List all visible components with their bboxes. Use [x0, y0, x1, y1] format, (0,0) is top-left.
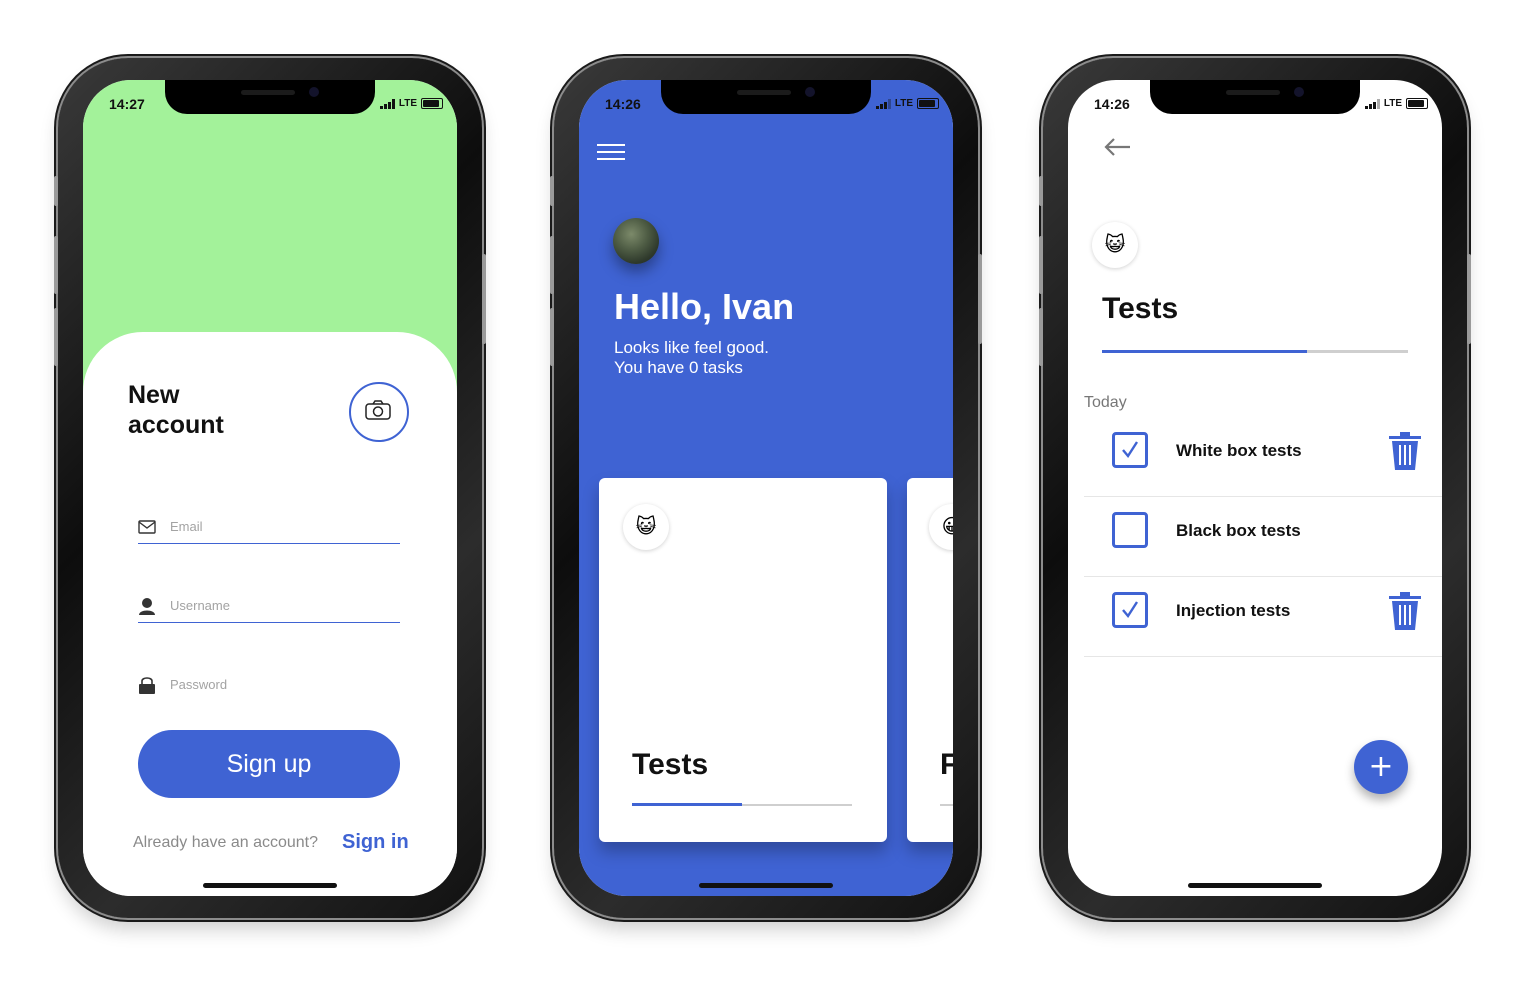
password-input[interactable]	[168, 676, 400, 693]
user-icon	[139, 598, 155, 615]
checkmark-icon	[1122, 441, 1139, 459]
screen: 14:27 LTE New account Email Username Sig…	[83, 80, 457, 896]
avatar[interactable]	[613, 218, 659, 264]
task-label: Black box tests	[1176, 521, 1301, 540]
back-arrow-icon[interactable]	[1102, 136, 1132, 158]
email-input[interactable]	[168, 518, 400, 535]
card-progress	[940, 804, 953, 806]
status-bar: 14:26 LTE	[1068, 96, 1442, 116]
camera-icon	[365, 400, 391, 420]
add-task-button[interactable]: +	[1354, 740, 1408, 794]
menu-icon[interactable]	[597, 144, 625, 162]
battery-icon	[421, 98, 443, 109]
password-field[interactable]	[138, 674, 400, 698]
battery-icon	[917, 98, 939, 109]
sign-in-link[interactable]: Sign in	[342, 831, 409, 854]
already-account-text: Already have an account?	[133, 834, 319, 851]
home-indicator	[1188, 883, 1322, 888]
page-title: New account	[128, 381, 224, 439]
username-input[interactable]	[168, 597, 400, 614]
task-label: White box tests	[1176, 441, 1302, 460]
card-title: F	[940, 748, 953, 781]
lock-icon	[139, 677, 155, 694]
cat-emoji-icon: 😺	[1092, 222, 1138, 268]
battery-icon	[1406, 98, 1428, 109]
progress-bar	[1102, 350, 1408, 353]
avatar-upload-button[interactable]	[349, 382, 409, 442]
phone-task-list: 14:26 LTE 😺 Tests Today White box tests B…	[1039, 58, 1471, 918]
screen: 14:26 LTE 😺 Tests Today White box tests B…	[1068, 80, 1442, 896]
status-time: 14:27	[109, 96, 145, 112]
phone-home: 14:26 LTE Hello, Ivan Looks like feel go…	[550, 58, 982, 918]
checkmark-icon	[1122, 601, 1139, 619]
network-label: LTE	[894, 98, 913, 109]
task-row[interactable]: White box tests	[1084, 416, 1442, 497]
signal-icon	[875, 98, 891, 109]
category-card-tests[interactable]: 😺 Tests	[599, 478, 887, 842]
task-row[interactable]: Black box tests	[1084, 496, 1442, 577]
signal-icon	[379, 98, 395, 109]
category-card-next[interactable]: 😀 F	[907, 478, 953, 842]
trash-icon[interactable]	[1388, 432, 1422, 470]
page-title: Tests	[1102, 292, 1179, 325]
home-indicator	[203, 883, 337, 888]
phone-sign-up: 14:27 LTE New account Email Username Sig…	[54, 58, 486, 918]
task-row[interactable]: Injection tests	[1084, 576, 1442, 657]
home-indicator	[699, 883, 833, 888]
network-label: LTE	[398, 98, 417, 109]
mail-icon	[138, 520, 156, 534]
greeting-title: Hello, Ivan	[614, 286, 795, 327]
task-checkbox[interactable]	[1112, 512, 1148, 548]
network-label: LTE	[1383, 98, 1402, 109]
sign-up-button[interactable]: Sign up	[138, 730, 400, 798]
username-field[interactable]	[138, 595, 400, 623]
task-label: Injection tests	[1176, 601, 1291, 620]
section-label: Today	[1084, 394, 1127, 411]
card-title: Tests	[632, 748, 709, 781]
status-time: 14:26	[605, 96, 641, 112]
email-field[interactable]	[138, 516, 400, 544]
cat-emoji-icon: 😺	[623, 504, 669, 550]
status-bar: 14:27 LTE	[83, 96, 457, 116]
status-time: 14:26	[1094, 96, 1130, 112]
trash-icon[interactable]	[1388, 592, 1422, 630]
greeting-subtitle: Looks like feel good. You have 0 tasks	[614, 338, 769, 377]
signal-icon	[1364, 98, 1380, 109]
status-bar: 14:26 LTE	[579, 96, 953, 116]
task-checkbox[interactable]	[1112, 432, 1148, 468]
task-checkbox[interactable]	[1112, 592, 1148, 628]
card-progress	[632, 803, 852, 806]
screen: 14:26 LTE Hello, Ivan Looks like feel go…	[579, 80, 953, 896]
smile-emoji-icon: 😀	[929, 504, 953, 550]
